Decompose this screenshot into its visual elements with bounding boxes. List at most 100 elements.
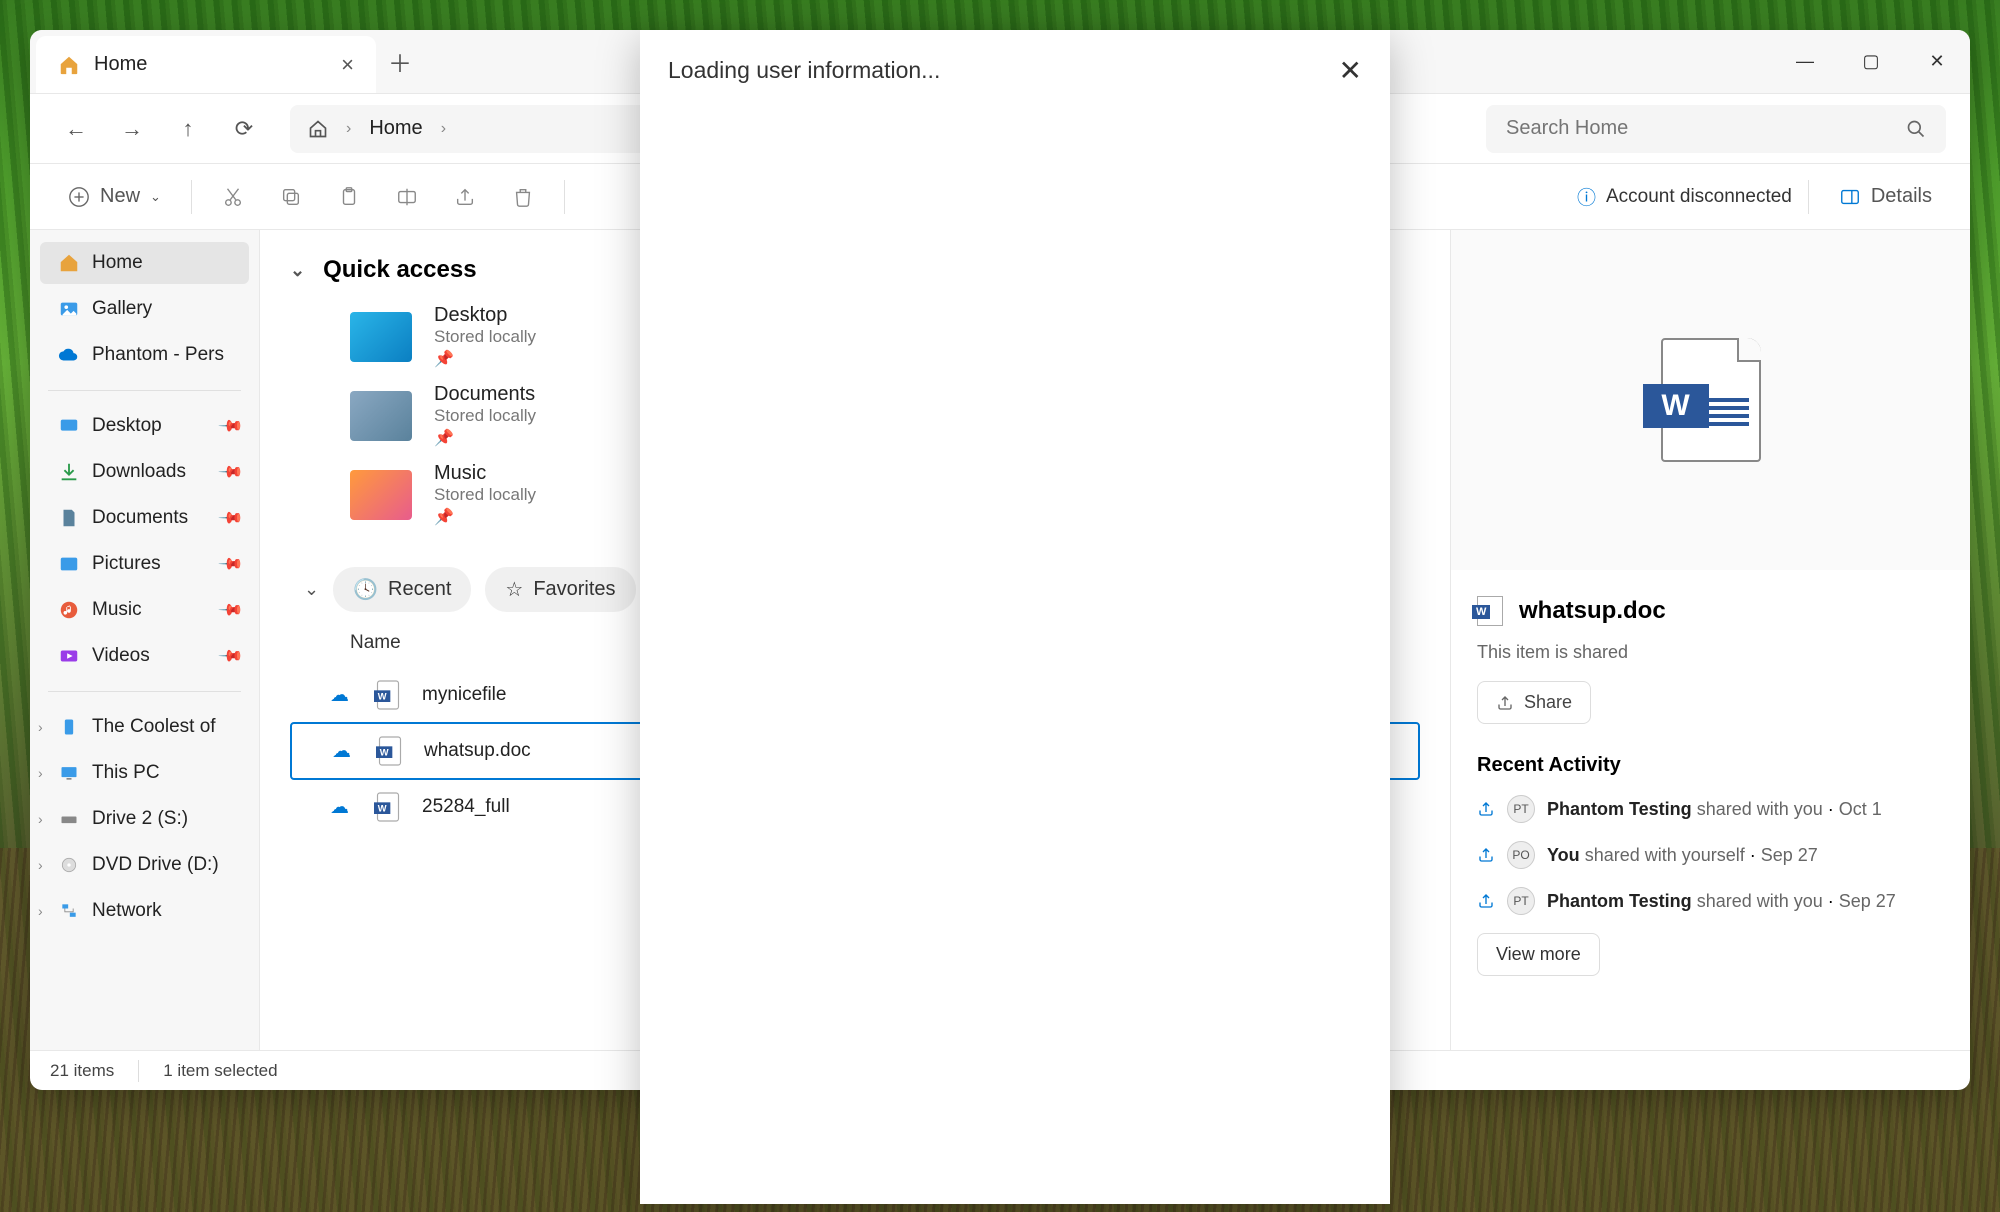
pin-icon: 📌	[434, 428, 536, 448]
breadcrumb-location: Home	[369, 117, 422, 140]
new-tab-button[interactable]: ＋	[376, 30, 424, 93]
tab-close-icon[interactable]: ×	[341, 52, 354, 78]
new-button[interactable]: New ⌄	[54, 175, 175, 218]
rename-button[interactable]	[382, 176, 432, 218]
sidebar-item-videos[interactable]: Videos📌	[40, 635, 249, 677]
pin-icon: 📌	[434, 507, 536, 527]
modal-close-button[interactable]: ✕	[1339, 54, 1362, 87]
home-icon	[308, 119, 328, 139]
word-doc-icon: W	[376, 734, 404, 768]
pin-icon: 📌	[217, 504, 245, 532]
chevron-down-icon: ⌄	[150, 189, 161, 205]
close-button[interactable]: ✕	[1904, 30, 1970, 93]
filter-recent[interactable]: 🕓Recent	[333, 567, 471, 612]
modal-title: Loading user information...	[668, 57, 940, 84]
sidebar-item-onedrive[interactable]: Phantom - Pers	[40, 334, 249, 376]
account-status[interactable]: ⓘ Account disconnected	[1577, 183, 1792, 210]
share-button[interactable]: Share	[1477, 681, 1591, 724]
search-icon	[1906, 119, 1926, 139]
share-icon	[1477, 892, 1495, 910]
forward-button[interactable]: →	[110, 107, 154, 151]
sidebar-item-pictures[interactable]: Pictures📌	[40, 543, 249, 585]
word-doc-icon: W	[374, 790, 402, 824]
sidebar-item-gallery[interactable]: Gallery	[40, 288, 249, 330]
chevron-right-icon: ›	[38, 719, 43, 735]
sidebar-item-network[interactable]: ›Network	[40, 890, 249, 932]
document-icon	[58, 507, 80, 529]
details-filename: whatsup.doc	[1477, 596, 1944, 626]
home-icon	[58, 252, 80, 274]
details-toggle[interactable]: Details	[1825, 175, 1946, 218]
folder-icon	[350, 391, 412, 441]
folder-icon	[350, 470, 412, 520]
activity-row: PT Phantom Testing shared with you · Oct…	[1477, 795, 1944, 823]
drive-icon	[58, 716, 80, 738]
image-icon	[58, 298, 80, 320]
details-shared-text: This item is shared	[1477, 642, 1944, 663]
sidebar-item-dvd[interactable]: ›DVD Drive (D:)	[40, 844, 249, 886]
chevron-right-icon: ›	[38, 765, 43, 781]
sidebar-item-home[interactable]: Home	[40, 242, 249, 284]
sidebar-item-desktop[interactable]: Desktop📌	[40, 405, 249, 447]
maximize-button[interactable]: ▢	[1838, 30, 1904, 93]
cloud-icon: ☁	[332, 740, 356, 763]
pin-icon: 📌	[217, 458, 245, 486]
word-doc-icon: W	[1661, 338, 1761, 462]
share-icon	[1477, 800, 1495, 818]
selection-count: 1 item selected	[163, 1061, 277, 1081]
filter-favorites[interactable]: ☆Favorites	[485, 567, 635, 612]
sidebar-item-coolest[interactable]: ›The Coolest of	[40, 706, 249, 748]
star-icon: ☆	[505, 577, 523, 602]
video-icon	[58, 645, 80, 667]
pin-icon: 📌	[217, 642, 245, 670]
chevron-down-icon: ⌄	[290, 260, 305, 281]
file-preview: W	[1451, 230, 1970, 570]
home-icon	[58, 54, 80, 76]
back-button[interactable]: ←	[54, 107, 98, 151]
sidebar: Home Gallery Phantom - Pers Desktop📌 Dow…	[30, 230, 260, 1050]
activity-title: Recent Activity	[1477, 754, 1944, 777]
download-icon	[58, 461, 80, 483]
sidebar-item-downloads[interactable]: Downloads📌	[40, 451, 249, 493]
copy-button[interactable]	[266, 176, 316, 218]
activity-row: PO You shared with yourself · Sep 27	[1477, 841, 1944, 869]
refresh-button[interactable]: ⟳	[222, 107, 266, 151]
up-button[interactable]: ↑	[166, 107, 210, 151]
search-input[interactable]	[1506, 117, 1906, 140]
sidebar-item-music[interactable]: Music📌	[40, 589, 249, 631]
share-icon	[1477, 846, 1495, 864]
view-more-button[interactable]: View more	[1477, 933, 1600, 976]
pin-icon: 📌	[434, 349, 536, 369]
pin-icon: 📌	[217, 412, 245, 440]
word-doc-icon: W	[374, 678, 402, 712]
pictures-icon	[58, 553, 80, 575]
hdd-icon	[58, 808, 80, 830]
minimize-button[interactable]: —	[1772, 30, 1838, 93]
clock-icon: 🕓	[353, 577, 378, 602]
chevron-right-icon: ›	[38, 903, 43, 919]
cut-button[interactable]	[208, 176, 258, 218]
chevron-right-icon: ›	[38, 857, 43, 873]
cloud-icon	[58, 344, 80, 366]
cloud-icon: ☁	[330, 796, 354, 819]
share-icon	[1496, 694, 1514, 712]
sidebar-item-drive2[interactable]: ›Drive 2 (S:)	[40, 798, 249, 840]
folder-icon	[350, 312, 412, 362]
activity-row: PT Phantom Testing shared with you · Sep…	[1477, 887, 1944, 915]
paste-button[interactable]	[324, 176, 374, 218]
pin-icon: 📌	[217, 550, 245, 578]
sidebar-item-documents[interactable]: Documents📌	[40, 497, 249, 539]
item-count: 21 items	[50, 1061, 114, 1081]
share-button[interactable]	[440, 176, 490, 218]
svg-text:W: W	[378, 804, 387, 814]
loading-user-modal: Loading user information... ✕	[640, 30, 1390, 1204]
chevron-right-icon: ›	[38, 811, 43, 827]
network-icon	[58, 900, 80, 922]
search-box[interactable]	[1486, 105, 1946, 153]
cloud-icon: ☁	[330, 684, 354, 707]
sidebar-item-thispc[interactable]: ›This PC	[40, 752, 249, 794]
music-icon	[58, 599, 80, 621]
word-doc-icon	[1477, 596, 1503, 626]
tab-home[interactable]: Home ×	[36, 36, 376, 93]
delete-button[interactable]	[498, 176, 548, 218]
